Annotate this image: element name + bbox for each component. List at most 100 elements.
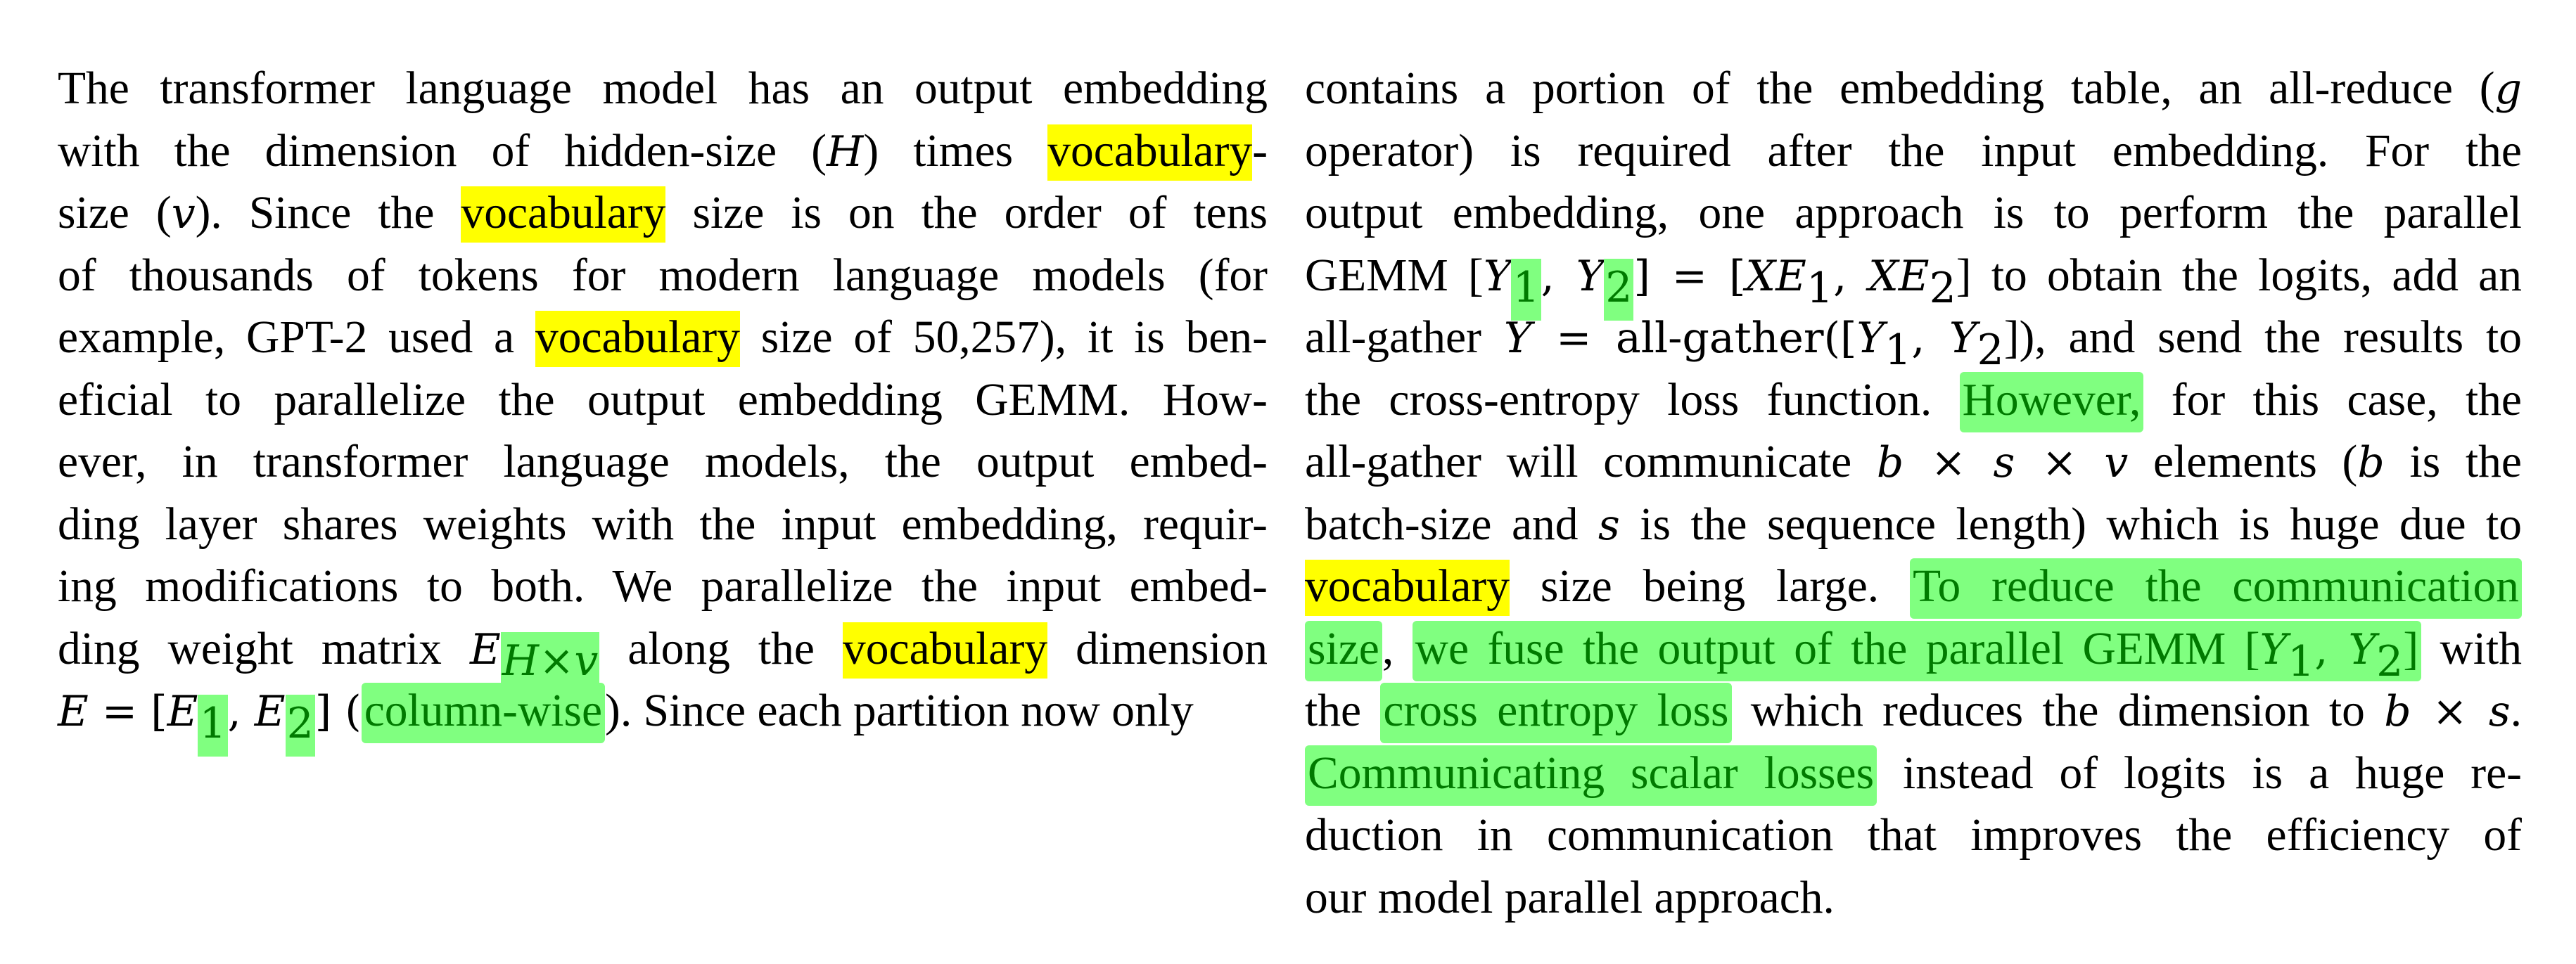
text: - bbox=[1252, 125, 1268, 176]
text: for this case, the bbox=[2143, 374, 2522, 425]
text: ] bbox=[2403, 623, 2419, 674]
text: example, GPT-2 used a bbox=[58, 312, 535, 363]
highlight-communicating-scalar-losses[interactable]: Communicating scalar losses bbox=[1305, 745, 1877, 806]
text-line: size, we fuse the output of the parallel… bbox=[1305, 618, 2522, 682]
text: dimension bbox=[1047, 623, 1268, 674]
math-subscript: 1 bbox=[1885, 325, 1912, 375]
text: ding weight matrix bbox=[58, 623, 470, 674]
math-XE: XE bbox=[1868, 251, 1930, 301]
left-column: The transformer language model has an ou… bbox=[58, 58, 1268, 757]
text-line: batch-size and s is the sequence length)… bbox=[1305, 494, 2522, 556]
text-line: all-gather will communicate b × s × v el… bbox=[1305, 431, 2522, 494]
math-E: E bbox=[167, 687, 198, 736]
highlight-size[interactable]: size bbox=[1305, 620, 1382, 681]
text: size is on the order of tens bbox=[665, 188, 1268, 238]
math-subscript: 1 bbox=[1806, 263, 1834, 313]
math-text: , bbox=[2314, 624, 2349, 674]
text: along the bbox=[599, 623, 843, 674]
math-Y: Y bbox=[1576, 251, 1605, 301]
text: which reduces the dimension to bbox=[1731, 686, 2385, 736]
text-line: example, GPT-2 used a vocabulary size of… bbox=[58, 307, 1268, 369]
text: GEMM [ bbox=[1305, 250, 1484, 301]
text-line: of thousands of tokens for modern langua… bbox=[58, 250, 1268, 301]
text: size ( bbox=[58, 188, 172, 238]
text-line: GEMM [Y1, Y2] = [XE1, XE2] to obtain the… bbox=[1305, 245, 2522, 321]
math-subscript: 2 bbox=[2376, 636, 2404, 686]
highlight-cross-entropy-loss[interactable]: cross entropy loss bbox=[1380, 683, 1732, 743]
math-bs: b × s bbox=[2384, 687, 2511, 736]
text: the bbox=[1305, 686, 1381, 736]
math-E: E bbox=[469, 624, 501, 674]
text-line: the cross entropy loss which reduces the… bbox=[1305, 680, 2522, 743]
text-line: Communicating scalar losses instead of l… bbox=[1305, 743, 2522, 806]
math-Y: Y bbox=[2259, 624, 2288, 674]
text: contains a portion of the embedding tabl… bbox=[1305, 63, 2495, 114]
math-subscript: 1 bbox=[2288, 636, 2315, 686]
math-subscript: 2 bbox=[1929, 263, 1956, 313]
text: batch-size and bbox=[1305, 499, 1599, 550]
text-line: The transformer language model has an ou… bbox=[58, 63, 1268, 114]
text-line: operator) is required after the input em… bbox=[1305, 125, 2522, 176]
text-line: duction in communication that improves t… bbox=[1305, 810, 2522, 861]
math-E: E bbox=[58, 687, 89, 736]
math-Y: Y bbox=[1503, 314, 1532, 363]
text: with the dimension of hidden-size ( bbox=[58, 125, 827, 176]
math-Y: Y bbox=[1856, 314, 1885, 363]
math-Y: Y bbox=[1483, 251, 1512, 301]
math-text: = [ bbox=[88, 687, 167, 736]
text-line: size (v). Since the vocabulary size is o… bbox=[58, 182, 1268, 245]
math-E: E bbox=[254, 687, 286, 736]
highlight-however[interactable]: However, bbox=[1959, 371, 2144, 432]
highlight-reduce-communication[interactable]: To reduce the communication bbox=[1910, 558, 2522, 619]
math-text: , bbox=[1911, 314, 1949, 363]
highlight-column-wise[interactable]: column-wise bbox=[361, 683, 606, 743]
text-line: E = [E1, E2] (column-wise). Since each p… bbox=[58, 680, 1268, 757]
text: size being large. bbox=[1509, 561, 1911, 612]
math-s: s bbox=[1598, 500, 1620, 550]
text-line: ding weight matrix EH×v along the vocabu… bbox=[58, 618, 1268, 695]
highlight-vocabulary[interactable]: vocabulary bbox=[461, 186, 666, 243]
text: the cross-entropy loss function. bbox=[1305, 374, 1960, 425]
math-Y: Y bbox=[1949, 314, 1977, 363]
highlight-fuse-output[interactable]: we fuse the output of the parallel GEMM … bbox=[1412, 620, 2422, 682]
highlight-vocabulary[interactable]: vocabulary bbox=[1305, 560, 1510, 616]
math-text: ] = [ bbox=[1633, 251, 1746, 301]
text-line: vocabulary size being large. To reduce t… bbox=[1305, 555, 2522, 619]
text: all-gather bbox=[1305, 312, 1504, 363]
text-line: our model parallel approach. bbox=[1305, 872, 1835, 923]
text: elements ( bbox=[2128, 437, 2358, 487]
text-line: ing modifications to both. We paralleliz… bbox=[58, 561, 1268, 612]
math-XE: XE bbox=[1745, 251, 1806, 301]
highlight-vocabulary[interactable]: vocabulary bbox=[535, 311, 740, 367]
text: ). Since the bbox=[195, 188, 461, 238]
math-text: , bbox=[227, 687, 255, 736]
highlight-subscript-1[interactable]: 1 bbox=[198, 694, 228, 757]
math-text: = all-gather([ bbox=[1531, 314, 1857, 363]
text: with bbox=[2421, 623, 2522, 674]
math-Y: Y bbox=[2348, 624, 2377, 674]
text-line: the cross-entropy loss function. However… bbox=[1305, 369, 2522, 432]
right-column: contains a portion of the embedding tabl… bbox=[1305, 58, 2522, 929]
math-text: ] ( bbox=[314, 687, 362, 736]
highlight-subscript-2[interactable]: 2 bbox=[285, 694, 315, 757]
text-line: output embedding, one approach is to per… bbox=[1305, 188, 2522, 238]
text-line: with the dimension of hidden-size (H) ti… bbox=[58, 120, 1268, 183]
text: we fuse the output of the parallel GEMM … bbox=[1415, 623, 2260, 674]
text-line: all-gather Y = all-gather([Y1, Y2]), and… bbox=[1305, 307, 2522, 371]
text: ). Since each partition now only bbox=[605, 686, 1194, 736]
text: size of 50,257), it is ben- bbox=[739, 312, 1268, 363]
text: ] to obtain the logits, add an bbox=[1956, 250, 2522, 301]
text: ]), and send the results to bbox=[2003, 312, 2522, 363]
math-v: v bbox=[171, 189, 196, 238]
highlight-vocabulary[interactable]: vocabulary bbox=[1047, 124, 1253, 181]
math-subscript: 2 bbox=[1977, 325, 2004, 375]
text-line: ding layer shares weights with the input… bbox=[58, 499, 1268, 550]
math-H: H bbox=[827, 127, 864, 176]
math-bsv: b × s × v bbox=[1876, 438, 2129, 487]
text-line: contains a portion of the embedding tabl… bbox=[1305, 58, 2522, 120]
math-text: , bbox=[1541, 251, 1576, 301]
highlight-vocabulary[interactable]: vocabulary bbox=[843, 622, 1048, 679]
text: is the bbox=[2384, 437, 2522, 487]
math-g: g bbox=[2494, 65, 2522, 114]
text-line: ever, in transformer language models, th… bbox=[58, 437, 1268, 487]
